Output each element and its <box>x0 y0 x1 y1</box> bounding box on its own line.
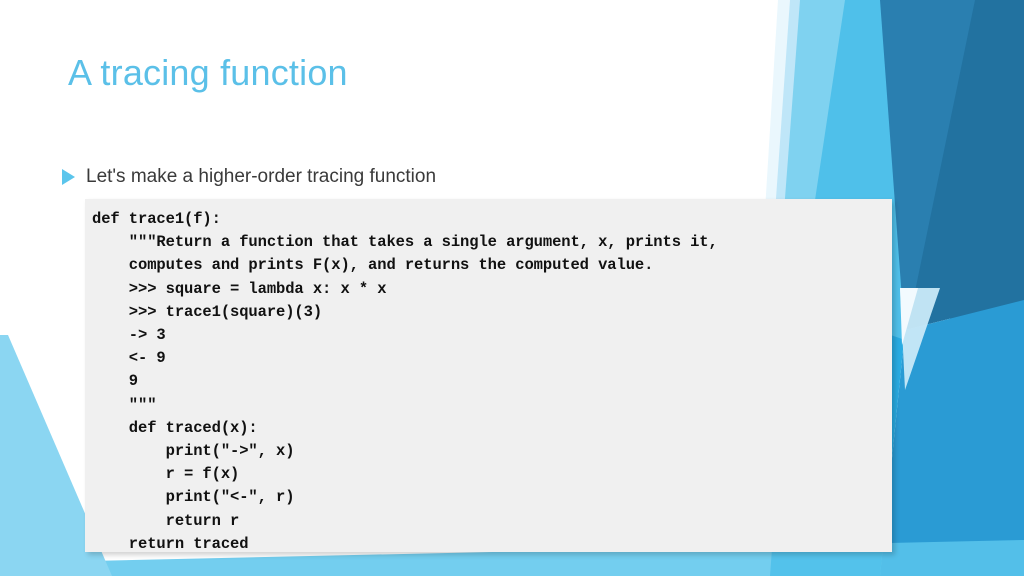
code-line: <- 9 <box>92 349 166 368</box>
code-line: """Return a function that takes a single… <box>92 233 718 252</box>
code-line: """ <box>92 395 157 414</box>
slide-canvas: A tracing function Let's make a higher-o… <box>0 0 1024 576</box>
code-line: print("->", x) <box>92 442 295 461</box>
deco-small-white-triangle <box>900 288 918 345</box>
page-title: A tracing function <box>68 52 348 93</box>
triangle-right-icon <box>62 169 75 185</box>
deco-dark-band-right <box>930 0 1024 576</box>
code-line: def trace1(f): <box>92 210 221 228</box>
code-line: r = f(x) <box>92 465 240 484</box>
bullet-label: Let's make a higher-order tracing functi… <box>86 166 437 187</box>
code-line: -> 3 <box>92 326 166 345</box>
code-line: def traced(x): <box>92 418 258 437</box>
code-line: >>> trace1(square)(3) <box>92 302 323 321</box>
deco-dark-wedge <box>905 0 1024 330</box>
code-block-panel: def trace1(f): """Return a function that… <box>85 199 892 553</box>
code-content: def trace1(f): """Return a function that… <box>85 199 892 556</box>
code-line: >>> square = lambda x: x * x <box>92 279 387 298</box>
code-line: return r <box>92 511 240 530</box>
code-line: return traced <box>92 534 249 553</box>
code-line: computes and prints F(x), and returns th… <box>92 256 654 275</box>
deco-mid-blue-shape <box>880 300 1024 576</box>
deco-small-pale-triangle <box>900 288 940 390</box>
bullet-item: Let's make a higher-order tracing functi… <box>62 166 436 188</box>
code-line: print("<-", r) <box>92 488 295 507</box>
code-line: 9 <box>92 372 139 391</box>
